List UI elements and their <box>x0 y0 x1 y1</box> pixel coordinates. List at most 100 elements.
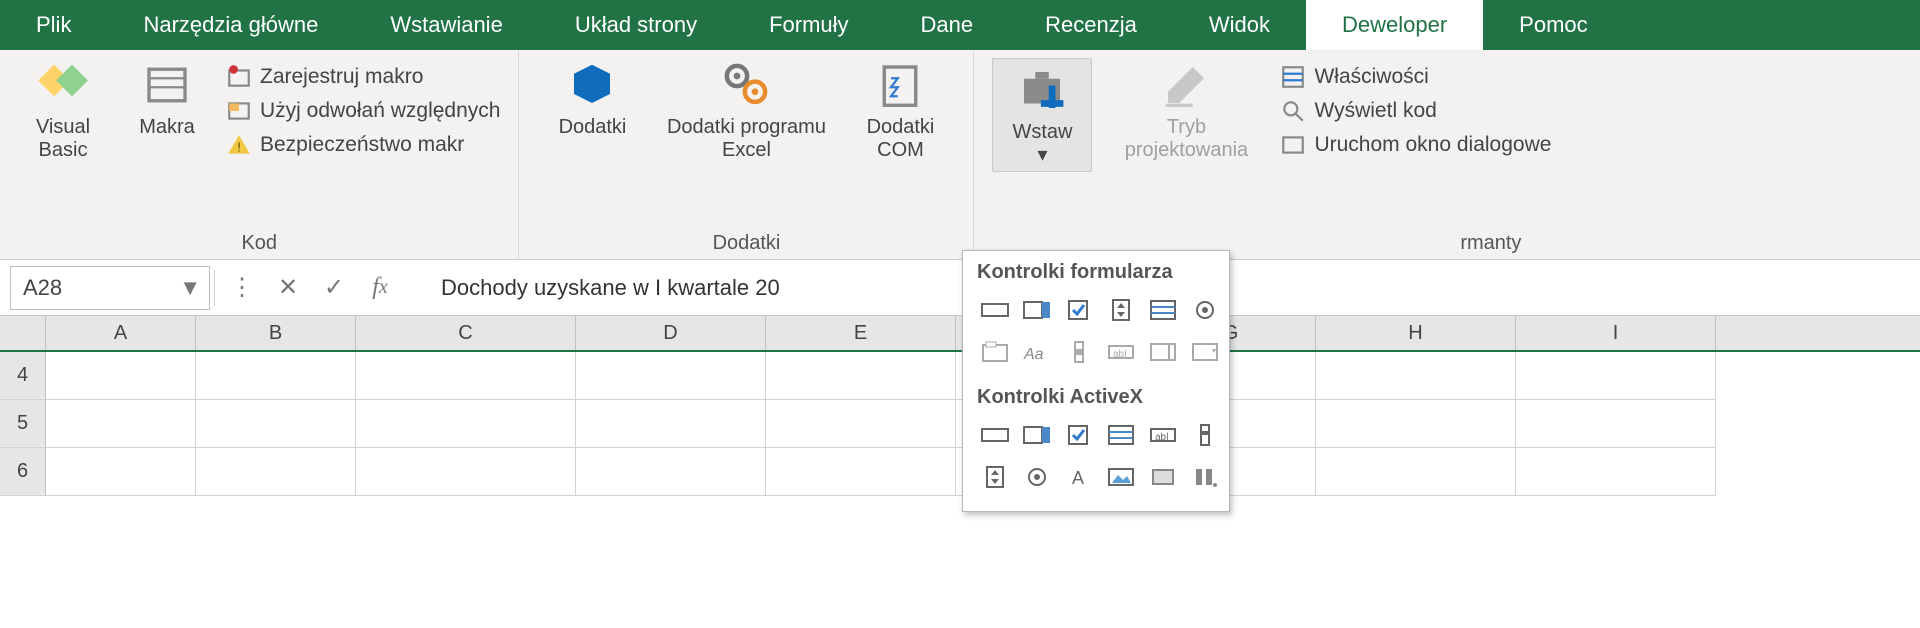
form-dropdown-icon[interactable] <box>1187 334 1223 370</box>
cell[interactable] <box>576 448 766 496</box>
cell[interactable] <box>46 400 196 448</box>
ax-listbox-icon[interactable] <box>1103 417 1139 453</box>
tab-page-layout[interactable]: Układ strony <box>539 0 733 50</box>
cell[interactable] <box>766 352 956 400</box>
tab-insert[interactable]: Wstawianie <box>354 0 538 50</box>
run-dialog-button[interactable]: Uruchom okno dialogowe <box>1280 132 1551 158</box>
com-addins-label: Dodatki COM <box>845 116 955 162</box>
form-optionbutton-icon[interactable] <box>1187 292 1223 328</box>
form-groupbox-icon[interactable] <box>977 334 1013 370</box>
col-header-D[interactable]: D <box>576 316 766 350</box>
row-6: 6 <box>0 448 1920 496</box>
name-box-value: A28 <box>23 275 62 301</box>
excel-addins-icon <box>719 58 773 112</box>
tab-formulas[interactable]: Formuły <box>733 0 884 50</box>
tab-view[interactable]: Widok <box>1173 0 1306 50</box>
ax-more-controls-icon[interactable] <box>1187 459 1223 495</box>
row-5: 5 <box>0 400 1920 448</box>
form-combobox-icon[interactable] <box>1019 292 1055 328</box>
cell[interactable] <box>1516 400 1716 448</box>
form-checkbox-icon[interactable] <box>1061 292 1097 328</box>
tab-home[interactable]: Narzędzia główne <box>107 0 354 50</box>
row-header-6[interactable]: 6 <box>0 448 46 496</box>
design-mode-button[interactable]: Tryb projektowania <box>1106 58 1266 162</box>
cell[interactable] <box>356 400 576 448</box>
col-header-H[interactable]: H <box>1316 316 1516 350</box>
cell[interactable] <box>766 400 956 448</box>
cell[interactable] <box>46 448 196 496</box>
relative-refs-button[interactable]: Użyj odwołań względnych <box>226 98 500 124</box>
ax-image-icon[interactable] <box>1103 459 1139 495</box>
ax-optionbutton-icon[interactable] <box>1019 459 1055 495</box>
cancel-formula-button[interactable]: ✕ <box>265 266 311 310</box>
addins-label: Dodatki <box>559 116 627 139</box>
select-all-corner[interactable] <box>0 316 46 350</box>
cell[interactable] <box>576 352 766 400</box>
row-header-5[interactable]: 5 <box>0 400 46 448</box>
tab-plik[interactable]: Plik <box>0 0 107 50</box>
form-spinner-icon[interactable] <box>1103 292 1139 328</box>
macros-button[interactable]: Makra <box>122 58 212 139</box>
com-addins-icon <box>873 58 927 112</box>
design-mode-label: Tryb projektowania <box>1106 116 1266 162</box>
svg-text:!: ! <box>237 140 241 155</box>
cell[interactable] <box>356 352 576 400</box>
ax-textbox-icon[interactable]: ab| <box>1145 417 1181 453</box>
record-macro-button[interactable]: Zarejestruj makro <box>226 64 500 90</box>
col-header-E[interactable]: E <box>766 316 956 350</box>
macro-security-button[interactable]: ! Bezpieczeństwo makr <box>226 132 500 158</box>
name-box-dropdown-icon[interactable]: ▼ <box>179 275 201 301</box>
form-label-icon[interactable]: Aa <box>1019 334 1055 370</box>
cell[interactable] <box>1316 400 1516 448</box>
cell[interactable] <box>766 448 956 496</box>
form-textfield-icon[interactable]: ab| <box>1103 334 1139 370</box>
col-header-C[interactable]: C <box>356 316 576 350</box>
ax-checkbox-icon[interactable] <box>1061 417 1097 453</box>
col-header-B[interactable]: B <box>196 316 356 350</box>
ax-togglebutton-icon[interactable] <box>1145 459 1181 495</box>
addins-icon <box>565 58 619 112</box>
view-code-icon <box>1280 98 1306 124</box>
row-4: 4 <box>0 352 1920 400</box>
cell[interactable] <box>1316 352 1516 400</box>
cell[interactable] <box>576 400 766 448</box>
addins-button[interactable]: Dodatki <box>537 58 647 139</box>
form-listbox-icon[interactable] <box>1145 292 1181 328</box>
ax-spinner-icon[interactable] <box>977 459 1013 495</box>
visual-basic-label: Visual Basic <box>18 116 108 162</box>
cell[interactable] <box>196 400 356 448</box>
chevron-down-icon: ▾ <box>1037 144 1047 166</box>
tab-help[interactable]: Pomoc <box>1483 0 1623 50</box>
view-code-button[interactable]: Wyświetl kod <box>1280 98 1551 124</box>
insert-control-button[interactable]: Wstaw▾ <box>992 58 1092 172</box>
ax-label-icon[interactable]: A <box>1061 459 1097 495</box>
visual-basic-button[interactable]: Visual Basic <box>18 58 108 162</box>
ax-combobox-icon[interactable] <box>1019 417 1055 453</box>
enter-formula-button[interactable]: ✓ <box>311 266 357 310</box>
form-combo-alt-icon[interactable] <box>1145 334 1181 370</box>
ax-scrollbar-icon[interactable] <box>1187 417 1223 453</box>
row-header-4[interactable]: 4 <box>0 352 46 400</box>
excel-addins-button[interactable]: Dodatki programu Excel <box>661 58 831 162</box>
properties-button[interactable]: Właściwości <box>1280 64 1551 90</box>
tab-review[interactable]: Recenzja <box>1009 0 1173 50</box>
cell[interactable] <box>1516 448 1716 496</box>
cell[interactable] <box>46 352 196 400</box>
col-header-I[interactable]: I <box>1516 316 1716 350</box>
svg-text:ab|: ab| <box>1113 349 1127 360</box>
form-scrollbar-icon[interactable] <box>1061 334 1097 370</box>
cell[interactable] <box>1316 448 1516 496</box>
tab-data[interactable]: Dane <box>885 0 1010 50</box>
name-box[interactable]: A28 ▼ <box>10 266 210 310</box>
form-button-icon[interactable] <box>977 292 1013 328</box>
com-addins-button[interactable]: Dodatki COM <box>845 58 955 162</box>
cell[interactable] <box>1516 352 1716 400</box>
col-header-A[interactable]: A <box>46 316 196 350</box>
insert-function-button[interactable]: fx <box>357 266 403 310</box>
cell[interactable] <box>196 352 356 400</box>
formula-dots-button[interactable]: ⋮ <box>219 266 265 310</box>
ax-button-icon[interactable] <box>977 417 1013 453</box>
cell[interactable] <box>196 448 356 496</box>
tab-developer[interactable]: Deweloper <box>1306 0 1483 50</box>
cell[interactable] <box>356 448 576 496</box>
